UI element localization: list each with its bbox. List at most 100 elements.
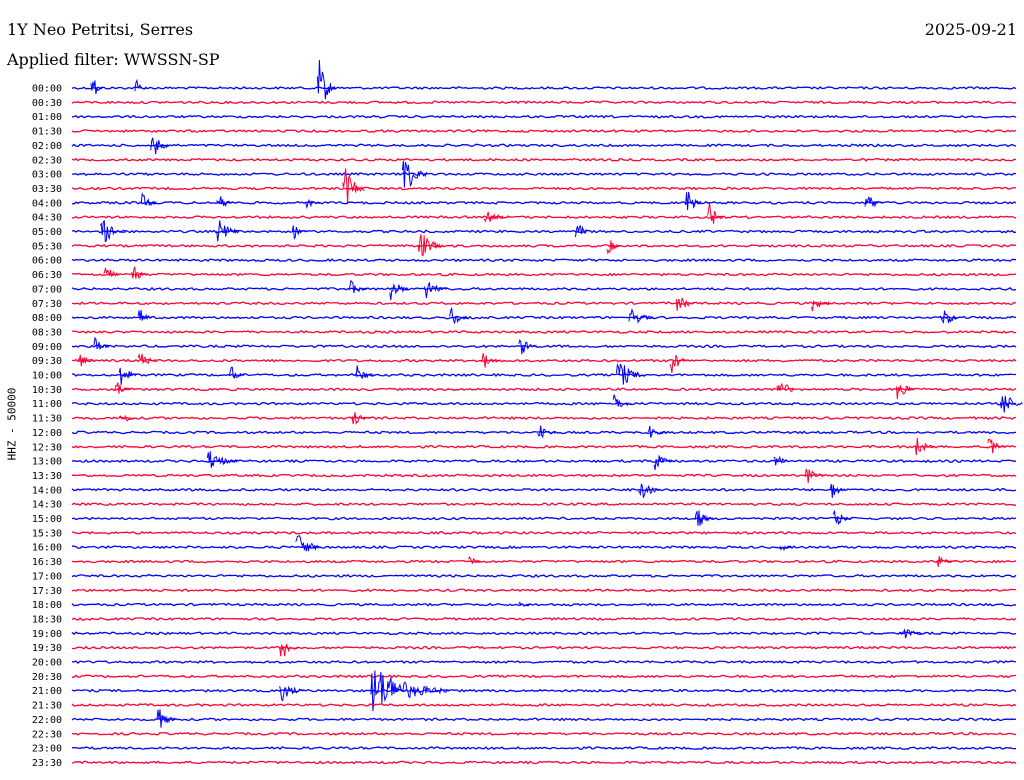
row-time-label: 03:00: [32, 170, 62, 181]
trace-row: [71, 387, 1017, 392]
trace-row: [71, 416, 1017, 421]
seismic-event: [895, 385, 915, 400]
seismic-event: [773, 455, 789, 466]
trace-row: [71, 731, 1017, 736]
seismic-event: [348, 279, 368, 294]
row-time-label: 05:30: [32, 241, 62, 252]
row-time-label: 23:00: [32, 744, 62, 755]
seismic-event: [93, 336, 110, 350]
seismic-event: [134, 78, 148, 92]
seismic-event: [653, 455, 673, 470]
trace-row: [71, 330, 1017, 334]
trace-row: [71, 114, 1017, 119]
row-time-label: 17:00: [32, 571, 62, 582]
seismic-event: [137, 309, 154, 321]
trace-row: [71, 617, 1017, 621]
trace-row: [71, 588, 1017, 593]
trace-row: [71, 631, 1017, 636]
row-time-label: 20:30: [32, 672, 62, 683]
seismic-event: [295, 534, 321, 552]
row-time-label: 11:30: [32, 414, 62, 425]
trace-row: [71, 473, 1017, 478]
row-time-label: 10:30: [32, 385, 62, 396]
trace-row: [71, 272, 1017, 277]
seismic-event: [216, 196, 235, 208]
row-time-label: 21:30: [32, 701, 62, 712]
row-time-label: 16:00: [32, 543, 62, 554]
seismic-event: [206, 451, 239, 468]
trace-row: [71, 545, 1017, 550]
trace-row: [71, 401, 1017, 406]
seismic-event: [707, 203, 724, 224]
row-time-label: 04:00: [32, 198, 62, 209]
trace-row: [71, 573, 1017, 578]
trace-row: [71, 502, 1017, 507]
trace-row: [71, 229, 1017, 234]
seismic-event: [291, 225, 308, 240]
trace-row: [71, 358, 1017, 363]
row-time-label: 20:00: [32, 658, 62, 669]
row-time-label: 15:00: [32, 514, 62, 525]
row-time-label: 07:30: [32, 299, 62, 310]
trace-row: [71, 674, 1017, 679]
row-time-labels: 00:00 00:30 01:00 01:30 02:00 02:30 03:00 03:30…: [32, 84, 62, 769]
trace-row: [71, 258, 1017, 263]
trace-row: [71, 315, 1017, 320]
trace-row: [71, 444, 1017, 449]
row-time-label: 15:30: [32, 528, 62, 539]
seismic-event: [137, 352, 157, 365]
trace-row: [71, 487, 1017, 492]
trace-row: [71, 301, 1017, 306]
row-time-label: 18:00: [32, 600, 62, 611]
row-time-label: 08:30: [32, 327, 62, 338]
trace-row: [71, 157, 1017, 162]
row-time-label: 13:00: [32, 457, 62, 468]
row-time-label: 22:00: [32, 715, 62, 726]
trace-row: [71, 688, 1017, 693]
row-time-label: 06:30: [32, 270, 62, 281]
seismic-event: [694, 510, 714, 526]
trace-row: [71, 703, 1017, 707]
trace-row: [71, 344, 1017, 349]
row-time-label: 06:00: [32, 256, 62, 267]
seismic-event: [118, 414, 135, 422]
seismic-event: [316, 59, 336, 100]
row-time-label: 14:30: [32, 500, 62, 511]
trace-row: [71, 286, 1017, 291]
trace-row: [71, 746, 1017, 751]
row-time-label: 10:00: [32, 371, 62, 382]
seismic-event: [304, 198, 321, 210]
row-time-label: 02:30: [32, 155, 62, 166]
seismic-traces: [71, 59, 1023, 765]
row-time-label: 13:30: [32, 471, 62, 482]
row-time-label: 05:00: [32, 227, 62, 238]
trace-row: [71, 215, 1017, 220]
seismic-event: [131, 266, 147, 279]
trace-row: [71, 602, 1017, 607]
row-time-label: 19:30: [32, 643, 62, 654]
trace-row: [71, 186, 1017, 191]
trace-row: [71, 559, 1017, 564]
row-time-label: 17:30: [32, 586, 62, 597]
seismic-event: [216, 220, 240, 242]
seismic-event: [811, 300, 830, 312]
row-time-label: 14:00: [32, 485, 62, 496]
seismic-event: [518, 339, 538, 355]
row-time-label: 02:00: [32, 141, 62, 152]
seismic-event: [685, 191, 701, 211]
seismic-event: [829, 484, 846, 498]
trace-row: [71, 143, 1017, 148]
row-time-label: 09:30: [32, 356, 62, 367]
trace-row: [71, 660, 1017, 664]
seismic-event: [77, 354, 94, 367]
seismic-event: [118, 367, 138, 385]
trace-row: [71, 129, 1017, 133]
trace-row: [71, 516, 1017, 521]
row-time-label: 00:00: [32, 84, 62, 95]
trace-row: [71, 100, 1017, 105]
seismic-event: [423, 281, 447, 298]
seismic-event: [279, 643, 298, 657]
seismic-event: [669, 355, 688, 374]
seismic-event: [612, 394, 632, 408]
row-time-label: 01:30: [32, 127, 62, 138]
